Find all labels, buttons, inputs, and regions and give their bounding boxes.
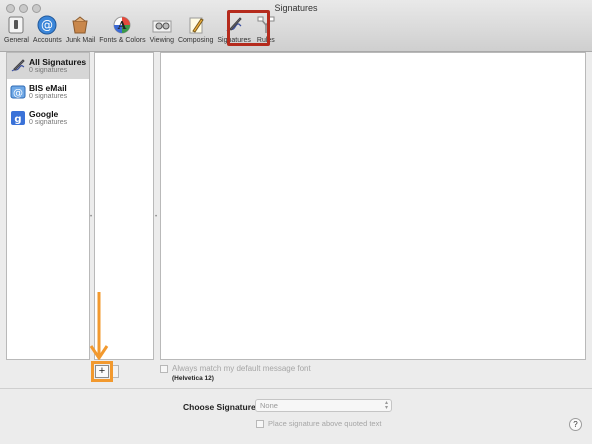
toolbar-junk-mail[interactable]: Junk Mail <box>64 14 98 48</box>
signatures-highlight-annotation <box>227 10 270 46</box>
add-button-highlight-annotation <box>91 361 113 382</box>
google-icon: g <box>10 110 26 126</box>
account-item-google[interactable]: g Google 0 signatures <box>7 105 89 131</box>
general-switch-icon <box>5 14 27 36</box>
at-sign-icon: @ <box>36 14 58 36</box>
svg-text:@: @ <box>41 18 53 32</box>
signature-count: 0 signatures <box>29 118 68 126</box>
svg-text:g: g <box>14 114 21 125</box>
choose-signature-select[interactable]: None ▴ ▾ <box>255 399 392 412</box>
choose-signature-label: Choose Signature: <box>183 402 259 412</box>
down-arrow-annotation <box>89 292 109 360</box>
help-button[interactable]: ? <box>569 418 582 431</box>
place-above-label: Place signature above quoted text <box>268 419 382 428</box>
toolbar-label: General <box>4 37 29 44</box>
toolbar-general[interactable]: General <box>2 14 31 48</box>
select-arrows-icon: ▴ ▾ <box>384 400 388 411</box>
fonts-colors-icon: A <box>111 14 133 36</box>
accounts-list[interactable]: All Signatures 0 signatures @ BIS eMail … <box>6 52 90 360</box>
toolbar-composing[interactable]: Composing <box>176 14 215 48</box>
glasses-icon <box>151 14 173 36</box>
toolbar-accounts[interactable]: @ Accounts <box>31 14 64 48</box>
toolbar-label: Fonts & Colors <box>99 37 146 44</box>
signature-editor[interactable] <box>160 52 586 360</box>
toolbar-label: Junk Mail <box>65 37 96 44</box>
font-note: (Helvetica 12) <box>172 375 214 382</box>
account-item-bis-email[interactable]: @ BIS eMail 0 signatures <box>7 79 89 105</box>
splitter-handle[interactable]: • <box>155 214 159 220</box>
svg-text:A: A <box>117 19 127 32</box>
toolbar-fonts-colors[interactable]: A Fonts & Colors <box>97 14 147 48</box>
signature-count: 0 signatures <box>29 66 68 74</box>
choose-signature-value: None <box>260 401 278 410</box>
window-title: Signatures <box>274 3 318 13</box>
toolbar-viewing[interactable]: Viewing <box>148 14 176 48</box>
account-name: BIS eMail <box>29 82 67 93</box>
junk-mail-icon <box>69 14 91 36</box>
toolbar-label: Viewing <box>149 37 174 44</box>
window-titlebar: Signatures General @ Accounts Junk Mail … <box>0 0 592 52</box>
match-font-option[interactable]: Always match my default message font <box>160 364 311 373</box>
toolbar-label: Composing <box>177 37 214 44</box>
pencil-notepad-icon <box>185 14 207 36</box>
svg-text:@: @ <box>13 88 23 99</box>
mail-at-icon: @ <box>10 84 26 100</box>
place-above-checkbox[interactable] <box>256 419 264 428</box>
place-above-option[interactable]: Place signature above quoted text <box>256 419 381 428</box>
bottom-bar: Choose Signature: None ▴ ▾ Place signatur… <box>0 388 592 444</box>
account-name: All Signatures <box>29 56 87 67</box>
account-name: Google <box>29 108 59 119</box>
account-item-all-signatures[interactable]: All Signatures 0 signatures <box>7 53 89 79</box>
signature-pen-icon <box>10 58 26 74</box>
match-font-checkbox[interactable] <box>160 364 168 373</box>
toolbar-label: Accounts <box>32 37 62 44</box>
signature-count: 0 signatures <box>29 92 68 100</box>
match-font-label: Always match my default message font <box>172 364 311 373</box>
